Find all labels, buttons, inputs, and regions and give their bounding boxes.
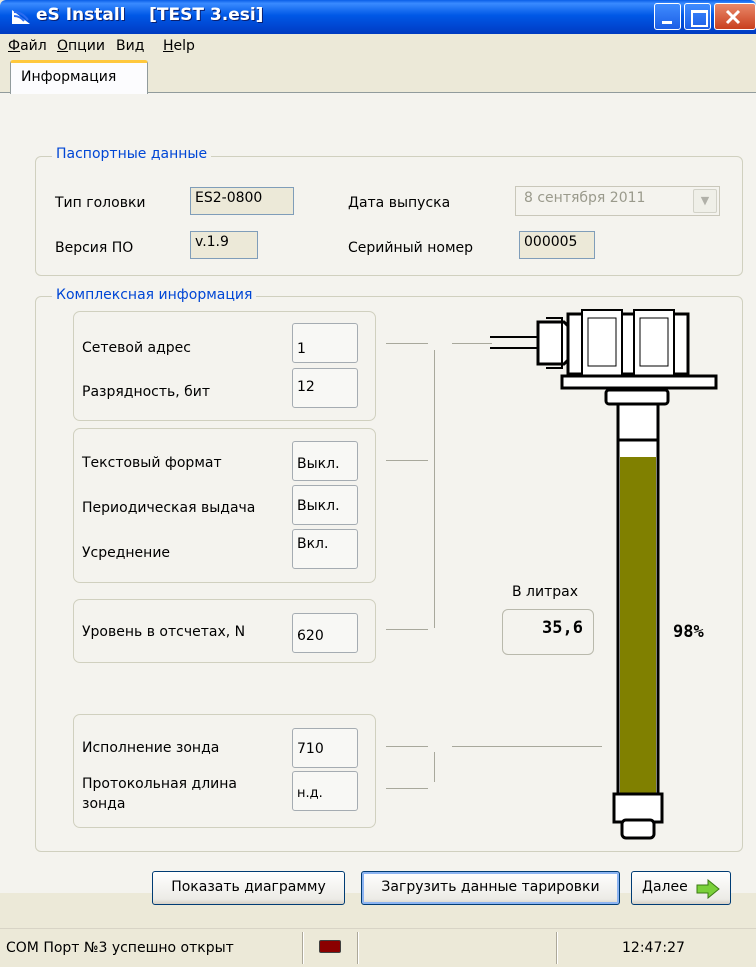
- next-button[interactable]: Далее: [631, 871, 731, 905]
- close-button[interactable]: [714, 3, 756, 30]
- connector-line: [434, 752, 435, 782]
- fill-level-bar: [620, 457, 656, 802]
- serial-field[interactable]: 000005: [519, 231, 595, 259]
- complex-legend: Комплексная информация: [52, 287, 257, 303]
- window-title: eS Install [TEST 3.esi]: [36, 5, 264, 25]
- maximize-button[interactable]: [684, 3, 711, 30]
- connector-line: [386, 746, 428, 747]
- passport-group: [35, 156, 743, 276]
- connection-indicator: [319, 940, 341, 953]
- network-address-label: Сетевой адрес: [82, 340, 191, 356]
- next-button-label: Далее: [642, 879, 688, 895]
- connector-line: [386, 788, 428, 789]
- fuel-level-sensor-graphic: [490, 309, 718, 840]
- averaging-label: Усреднение: [82, 545, 171, 561]
- status-port-message: COM Порт №3 успешно открыт: [6, 940, 234, 956]
- connector-line: [386, 460, 428, 461]
- status-separator: [357, 932, 359, 964]
- menu-help[interactable]: Help: [163, 38, 195, 54]
- head-type-field[interactable]: ES2-0800: [190, 187, 294, 215]
- release-date-label: Дата выпуска: [348, 195, 451, 211]
- bit-depth-label: Разрядность, бит: [82, 384, 211, 400]
- connector-line: [386, 629, 428, 630]
- periodic-field[interactable]: Выкл.: [292, 485, 358, 525]
- status-time: 12:47:27: [622, 940, 685, 956]
- menu-file-label: Файл: [8, 38, 47, 54]
- minimize-button[interactable]: [654, 3, 681, 30]
- menu-options[interactable]: Опции: [57, 38, 105, 54]
- text-format-label: Текстовый формат: [82, 455, 222, 471]
- menu-view-label: Вид: [116, 38, 145, 54]
- menu-view[interactable]: Вид: [116, 38, 144, 54]
- probe-version-label: Исполнение зонда: [82, 740, 220, 756]
- serial-label: Серийный номер: [348, 240, 474, 256]
- menu-help-label: Help: [163, 38, 195, 54]
- level-label: Уровень в отсчетах, N: [82, 624, 246, 640]
- tab-info-label: Информация: [21, 69, 117, 85]
- minimize-icon: [662, 21, 672, 24]
- protocol-length-label-line2: зонда: [82, 796, 126, 812]
- averaging-field[interactable]: Вкл.: [292, 529, 358, 569]
- arrow-right-icon: [696, 879, 720, 899]
- head-type-label: Тип головки: [55, 195, 146, 211]
- text-format-field[interactable]: Выкл.: [292, 441, 358, 481]
- chevron-down-icon: ▼: [700, 194, 710, 207]
- menu-options-label: Опции: [57, 38, 105, 54]
- passport-legend: Паспортные данные: [52, 146, 212, 162]
- maximize-icon: [691, 10, 708, 27]
- connector-line: [434, 350, 435, 628]
- release-date-field[interactable]: 8 сентября 2011: [515, 186, 720, 216]
- level-field[interactable]: 620: [292, 613, 358, 653]
- menu-bar: [0, 34, 756, 58]
- menu-file[interactable]: Файл: [8, 38, 47, 54]
- software-label: Версия ПО: [55, 240, 134, 256]
- status-separator: [302, 932, 304, 964]
- close-icon: [725, 9, 741, 25]
- periodic-label: Периодическая выдача: [82, 500, 256, 516]
- status-separator: [556, 932, 558, 964]
- protocol-length-field[interactable]: н.д.: [292, 771, 358, 811]
- software-field[interactable]: v.1.9: [190, 231, 258, 259]
- connector-line: [452, 343, 492, 344]
- probe-version-field[interactable]: 710: [292, 728, 358, 768]
- network-address-field[interactable]: 1: [292, 323, 358, 363]
- show-diagram-button[interactable]: Показать диаграмму: [152, 871, 345, 905]
- load-calibration-button[interactable]: Загрузить данные тарировки: [361, 871, 620, 905]
- release-date-dropdown[interactable]: ▼: [693, 189, 717, 213]
- protocol-length-label-line1: Протокольная длина: [82, 776, 237, 792]
- app-icon: [12, 10, 30, 24]
- connector-line: [386, 343, 428, 344]
- release-date-value: 8 сентября 2011: [524, 190, 646, 206]
- bit-depth-field[interactable]: 12: [292, 368, 358, 408]
- tab-info[interactable]: Информация: [10, 60, 148, 94]
